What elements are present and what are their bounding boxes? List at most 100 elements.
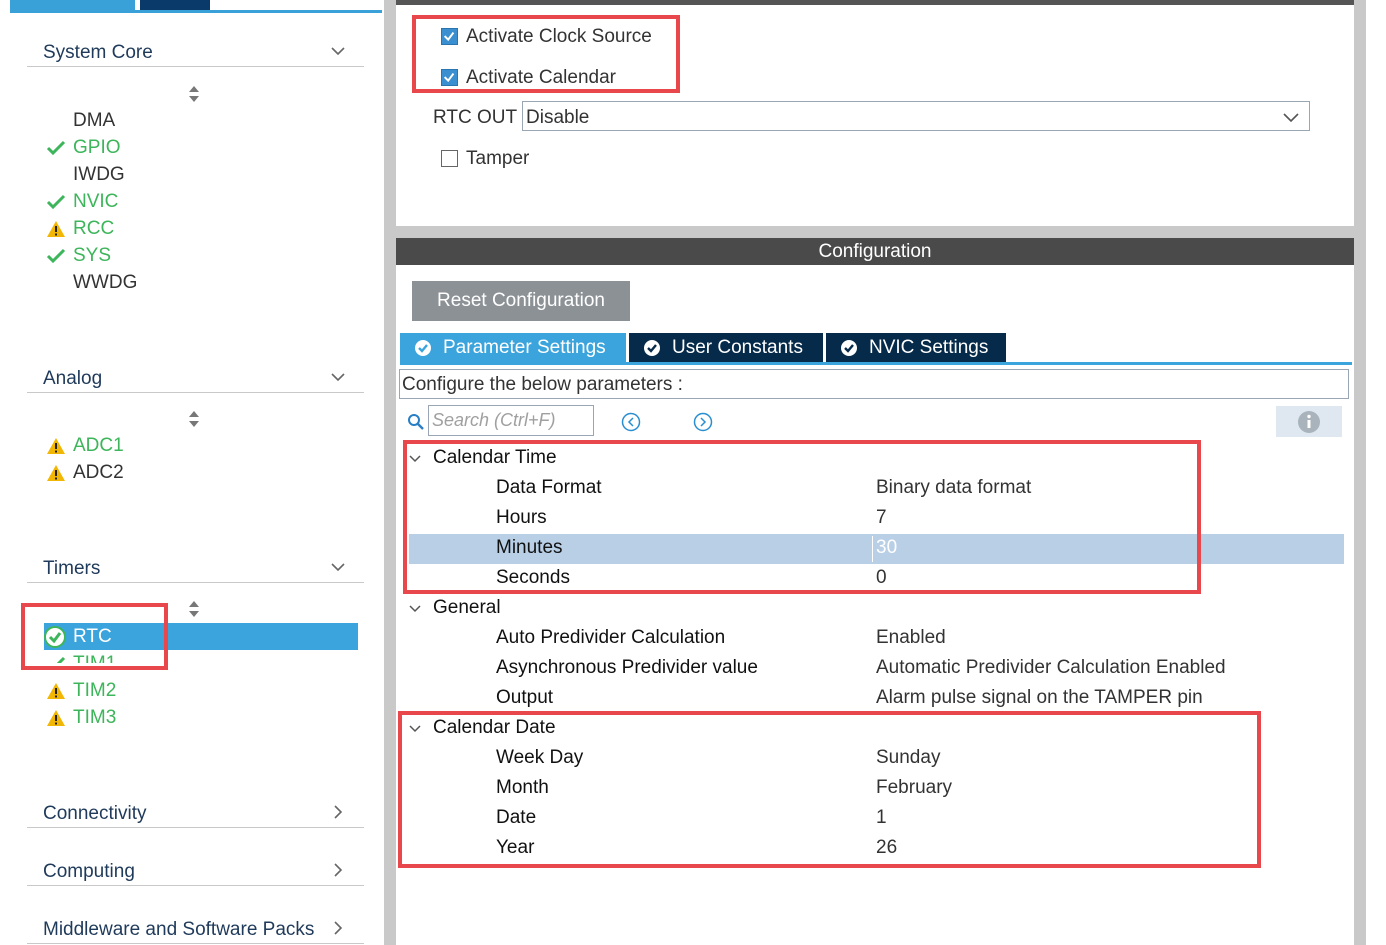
list-item-tim2[interactable]: TIM2 (46, 677, 350, 704)
category-connectivity[interactable]: Connectivity (27, 797, 364, 828)
activate-calendar-checkbox[interactable] (441, 69, 458, 86)
chevron-down-icon (409, 605, 421, 613)
config-tabs: Parameter Settings User Constants NVIC S… (400, 333, 1350, 363)
item-label: GPIO (73, 137, 121, 158)
panel-divider[interactable] (396, 226, 1354, 238)
category-label: Middleware and Software Packs (43, 919, 315, 940)
activate-clock-source-checkbox[interactable] (441, 28, 458, 45)
item-label: SYS (73, 245, 112, 266)
sort-icon[interactable] (187, 409, 201, 429)
list-item-rcc[interactable]: RCC (46, 215, 350, 242)
list-item-gpio[interactable]: GPIO (46, 134, 350, 161)
param-value: Automatic Predivider Calculation Enabled (876, 657, 1226, 678)
tab-label: NVIC Settings (869, 337, 989, 358)
tamper-checkbox[interactable] (441, 150, 458, 167)
param-row-date[interactable]: Date 1 (409, 804, 1344, 834)
list-item-adc2[interactable]: ADC2 (46, 459, 350, 486)
tab-user-constants[interactable]: User Constants (629, 333, 823, 363)
param-name: Month (496, 777, 549, 798)
left-tab-strip (10, 0, 382, 14)
search-input[interactable] (428, 405, 594, 436)
param-value: Alarm pulse signal on the TAMPER pin (876, 687, 1203, 708)
list-item-sys[interactable]: SYS (46, 242, 350, 269)
category-label: Timers (43, 558, 101, 579)
chevron-right-icon (334, 863, 343, 877)
group-general[interactable]: General (408, 594, 1348, 624)
item-label: TIM3 (73, 707, 117, 728)
param-row-year[interactable]: Year 26 (409, 834, 1344, 864)
param-value: Sunday (876, 747, 941, 768)
param-value: 1 (876, 807, 887, 828)
tamper-label: Tamper (466, 148, 530, 169)
sort-icon[interactable] (187, 599, 201, 619)
param-row-seconds[interactable]: Seconds 0 (409, 564, 1344, 594)
search-icon (408, 414, 424, 430)
list-item-rtc[interactable]: RTC (44, 623, 358, 650)
list-item-tim1[interactable]: TIM1 (46, 650, 350, 663)
chevron-down-icon (331, 47, 345, 56)
param-row-minutes[interactable]: Minutes 30 (409, 534, 1344, 564)
categories-panel: System Core DMA GPIO IWDG NVIC RCC SYS W… (10, 0, 383, 945)
param-row-async-predivider[interactable]: Asynchronous Predivider value Automatic … (409, 654, 1344, 684)
group-label: Calendar Date (433, 717, 556, 738)
check-circle-icon (644, 340, 660, 356)
reset-configuration-button[interactable]: Reset Configuration (412, 281, 630, 321)
checkmark-icon (443, 31, 455, 42)
rtc-out-select[interactable]: Disable (522, 101, 1310, 131)
param-name: Asynchronous Predivider value (496, 657, 758, 678)
tab-parameter-settings[interactable]: Parameter Settings (400, 333, 626, 363)
warning-icon (47, 683, 65, 699)
category-middleware[interactable]: Middleware and Software Packs (27, 913, 364, 944)
param-value: Binary data format (876, 477, 1032, 498)
sort-icon[interactable] (187, 84, 201, 104)
info-button[interactable] (1276, 406, 1342, 437)
list-item-iwdg[interactable]: IWDG (46, 161, 350, 188)
splitter-bar[interactable] (384, 0, 396, 945)
previous-match-icon[interactable] (621, 412, 641, 432)
check-circle-icon (415, 340, 431, 356)
list-item-wwdg[interactable]: WWDG (46, 269, 350, 296)
warning-icon (47, 465, 65, 481)
param-value: 0 (876, 567, 887, 588)
check-icon (46, 140, 66, 156)
tab-a-z[interactable] (140, 0, 210, 10)
next-match-icon[interactable] (693, 412, 713, 432)
warning-icon (47, 710, 65, 726)
param-row-week-day[interactable]: Week Day Sunday (409, 744, 1344, 774)
category-computing[interactable]: Computing (27, 855, 364, 886)
param-row-month[interactable]: Month February (409, 774, 1344, 804)
list-item-adc1[interactable]: ADC1 (46, 432, 350, 459)
list-item-dma[interactable]: DMA (46, 107, 350, 134)
item-label: WWDG (73, 272, 138, 293)
check-circle-icon (841, 340, 857, 356)
list-item-nvic[interactable]: NVIC (46, 188, 350, 215)
list-item-tim3[interactable]: TIM3 (46, 704, 350, 731)
item-label: RTC (73, 626, 112, 647)
category-label: Analog (43, 368, 103, 389)
chevron-down-icon (331, 373, 345, 382)
param-value-input[interactable]: 30 (876, 537, 897, 559)
param-row-hours[interactable]: Hours 7 (409, 504, 1344, 534)
check-icon (46, 194, 66, 210)
configuration-title: Configuration (818, 241, 932, 262)
config-hint: Configure the below parameters : (399, 369, 1349, 399)
group-label: Calendar Time (433, 447, 557, 468)
right-scrollbar[interactable] (1354, 0, 1366, 945)
tab-categories[interactable] (10, 0, 135, 10)
group-calendar-time[interactable]: Calendar Time (408, 444, 1348, 474)
tab-nvic-settings[interactable]: NVIC Settings (826, 333, 1006, 363)
category-timers[interactable]: Timers (27, 552, 364, 583)
item-label: TIM1 (73, 653, 116, 663)
param-row-data-format[interactable]: Data Format Binary data format (409, 474, 1344, 504)
param-name: Minutes (496, 537, 563, 558)
rtc-out-value: Disable (526, 107, 590, 128)
configuration-header: Configuration (396, 238, 1354, 265)
param-row-output[interactable]: Output Alarm pulse signal on the TAMPER … (409, 684, 1344, 714)
category-analog[interactable]: Analog (27, 362, 364, 393)
group-calendar-date[interactable]: Calendar Date (408, 714, 1348, 744)
param-row-auto-predivider[interactable]: Auto Predivider Calculation Enabled (409, 624, 1344, 654)
warning-icon (47, 221, 65, 237)
param-name: Hours (496, 507, 547, 528)
chevron-down-icon (409, 455, 421, 463)
category-system-core[interactable]: System Core (27, 36, 364, 67)
